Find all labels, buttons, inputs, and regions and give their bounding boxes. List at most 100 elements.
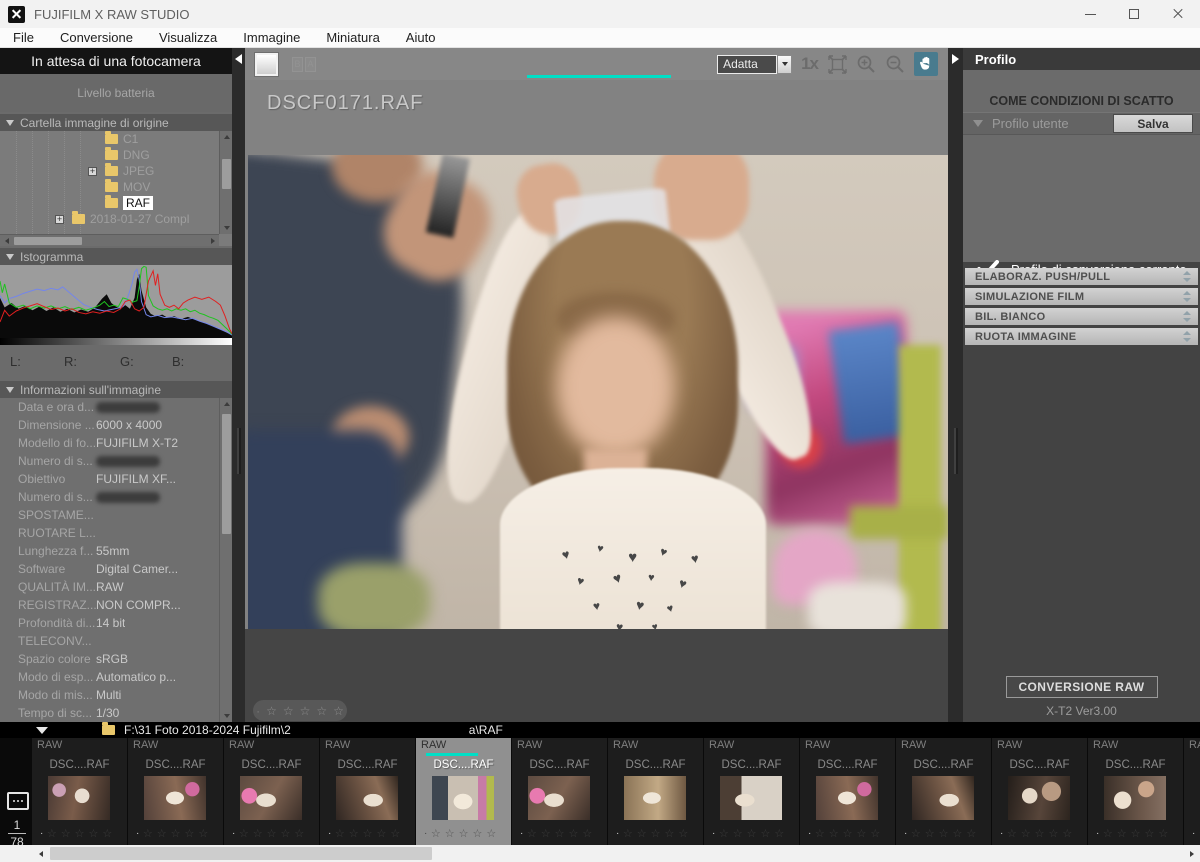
tree-item-2018-01-27-compl[interactable]: +2018-01-27 Compl [0,211,219,227]
star-icon[interactable]: ☆ [733,827,743,840]
star-icon[interactable]: ☆ [774,827,784,840]
thumbnail-rating[interactable]: ·☆☆☆☆☆ [704,827,799,840]
close-button[interactable] [1156,0,1200,28]
star-icon[interactable]: ☆ [143,827,153,840]
star-icon[interactable]: ☆ [445,827,455,840]
scroll-left-arrow[interactable] [0,235,13,246]
thumbnail-image[interactable] [720,776,782,820]
thumbnail-image[interactable] [528,776,590,820]
menu-item-conversione[interactable]: Conversione [47,28,146,48]
star-icon[interactable]: ☆ [911,827,921,840]
scroll-thumb[interactable] [14,237,82,245]
thumbnail-cell[interactable]: RAWDSC....RAF·☆☆☆☆☆ [608,738,703,845]
thumbnail-cell[interactable]: RAWDSC....RAF·☆☆☆☆☆ [1184,738,1200,845]
maximize-button[interactable] [1112,0,1156,28]
thumbnail-image[interactable] [1104,776,1166,820]
star-icon[interactable]: ☆ [1103,827,1113,840]
star-icon[interactable]: ☆ [719,827,729,840]
right-panel-divider[interactable] [948,48,963,722]
thumbnail-cell[interactable]: RAWDSC....RAF·☆☆☆☆☆ [512,738,607,845]
adjustment-bar-elaboraz-push-pull[interactable]: ELABORAZ. PUSH/PULL [965,268,1198,285]
thumbnail-rating[interactable]: ·☆☆☆☆☆ [32,827,127,840]
thumbnail-rating[interactable]: ·☆☆☆☆☆ [1088,827,1183,840]
thumbnail-rating[interactable]: ·☆☆☆☆☆ [128,827,223,840]
thumbnail-cell[interactable]: RAWDSC....RAF·☆☆☆☆☆ [128,738,223,845]
scroll-down-arrow[interactable] [220,710,232,722]
star-icon[interactable]: ☆ [952,827,962,840]
star-icon[interactable]: ☆ [1035,827,1045,840]
scroll-right-arrow[interactable] [1183,845,1200,862]
tree-vertical-scrollbar[interactable] [219,131,232,234]
tree-item-mov[interactable]: MOV [0,179,219,195]
thumbnail-rating[interactable]: ·☆☆☆☆☆ [992,827,1087,840]
filmstrip-scrollbar[interactable] [0,845,1200,862]
collapse-filmstrip-arrow-icon[interactable] [36,727,48,734]
thumbnail-rating[interactable]: ·☆☆☆☆☆ [896,827,991,840]
scroll-left-arrow[interactable] [32,845,49,862]
thumbnail-cell[interactable]: RAWDSC....RAF·☆☆☆☆☆ [320,738,415,845]
star-icon[interactable]: ☆ [527,827,537,840]
thumbnail-cell[interactable]: RAWDSC....RAF·☆☆☆☆☆ [1088,738,1183,845]
scroll-down-arrow[interactable] [220,222,232,234]
expand-plus-icon[interactable]: + [88,167,97,176]
thumbnail-image[interactable] [336,776,398,820]
before-after-compare-button[interactable]: B A [292,57,316,72]
star-icon[interactable]: ☆ [47,827,57,840]
thumbnail-cell[interactable]: RAWDSC....RAF·☆☆☆☆☆ [224,738,319,845]
image-info-section-header[interactable]: Informazioni sull'immagine [0,381,232,398]
star-icon[interactable]: ☆ [88,827,98,840]
thumbnail-image[interactable] [48,776,110,820]
star-icon[interactable]: ☆ [623,827,633,840]
star-icon[interactable]: ☆ [1062,827,1072,840]
thumbnail-grid-button[interactable] [7,792,29,810]
star-icon[interactable]: ☆ [870,827,880,840]
star-icon[interactable]: ☆ [267,827,277,840]
tree-item-dng[interactable]: DNG [0,147,219,163]
info-vertical-scrollbar[interactable] [219,398,232,722]
zoom-in-button[interactable] [856,54,876,74]
thumbnail-rating[interactable]: ·☆☆☆☆☆ [416,827,511,840]
expand-plus-icon[interactable]: + [55,215,64,224]
star-icon[interactable]: ☆ [300,704,311,718]
star-icon[interactable]: ☆ [486,827,496,840]
star-icon[interactable]: ☆ [1007,827,1017,840]
thumbnail-rating[interactable]: ·☆☆☆☆☆ [800,827,895,840]
thumbnail-cell[interactable]: RAWDSC....RAF·☆☆☆☆☆ [800,738,895,845]
star-icon[interactable]: ☆ [431,827,441,840]
adjustment-bar-bil-bianco[interactable]: BIL. BIANCO [965,308,1198,325]
expand-chevron-icon[interactable] [1183,291,1191,302]
zoom-out-button[interactable] [885,54,905,74]
star-icon[interactable]: ☆ [459,827,469,840]
star-icon[interactable]: ☆ [555,827,565,840]
star-icon[interactable]: ☆ [390,827,400,840]
image-rating-control[interactable]: ·☆☆☆☆☆ [253,700,347,721]
hand-tool-button-active[interactable] [914,52,938,76]
scroll-up-arrow[interactable] [220,398,232,410]
scroll-up-arrow[interactable] [220,131,232,143]
star-icon[interactable]: ☆ [157,827,167,840]
divider-drag-handle[interactable] [954,428,957,474]
dropdown-arrow-icon[interactable] [777,55,792,74]
tree-horizontal-scrollbar[interactable] [0,234,219,246]
scroll-thumb[interactable] [222,414,231,534]
menu-item-immagine[interactable]: Immagine [230,28,313,48]
thumbnail-image[interactable] [432,776,494,820]
star-icon[interactable]: ☆ [1144,827,1154,840]
star-icon[interactable]: ☆ [472,827,482,840]
star-icon[interactable]: ☆ [253,827,263,840]
thumbnail-image[interactable] [1008,776,1070,820]
thumbnail-image[interactable] [624,776,686,820]
divider-drag-handle[interactable] [237,428,240,474]
star-icon[interactable]: ☆ [651,827,661,840]
star-icon[interactable]: ☆ [541,827,551,840]
expand-chevron-icon[interactable] [1183,271,1191,282]
star-icon[interactable]: ☆ [939,827,949,840]
single-view-button[interactable] [255,53,278,76]
thumbnail-rating[interactable]: ·☆☆☆☆☆ [224,827,319,840]
star-icon[interactable]: ☆ [637,827,647,840]
raw-conversion-button[interactable]: CONVERSIONE RAW [1006,676,1158,698]
star-icon[interactable]: ☆ [856,827,866,840]
scroll-thumb[interactable] [222,159,231,189]
thumbnail-image[interactable] [912,776,974,820]
star-icon[interactable]: ☆ [280,827,290,840]
